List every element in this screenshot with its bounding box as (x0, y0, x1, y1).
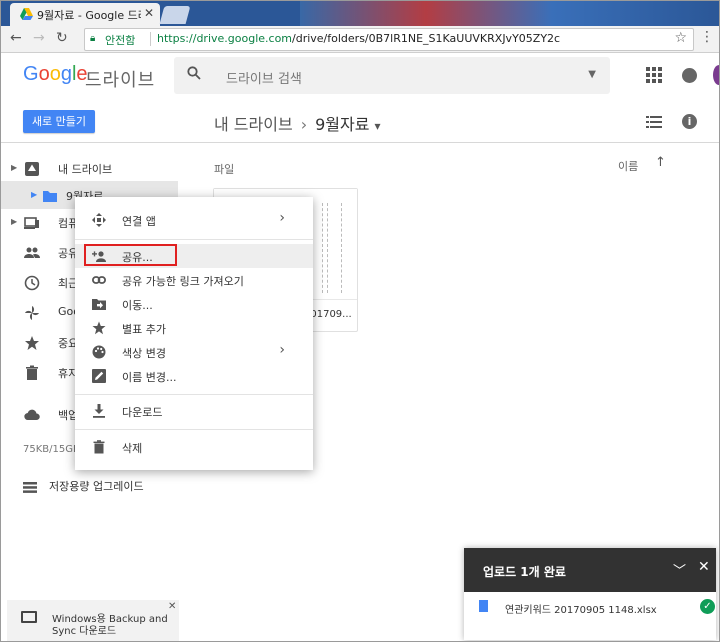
header-divider (0, 142, 720, 143)
search-icon[interactable] (187, 66, 201, 80)
bookmark-star-icon[interactable]: ☆ (674, 30, 687, 46)
menu-item-label: 삭제 (122, 442, 143, 455)
tab-title: 9월자료 - Google 드라이 (37, 9, 141, 22)
folder-icon (43, 191, 57, 202)
upload-panel-header: 업로드 1개 완료 ﹀ ✕ (464, 548, 716, 592)
sort-label[interactable]: 이름 (618, 158, 638, 174)
menu-item-label: 색상 변경 (122, 347, 166, 360)
avatar[interactable] (713, 65, 720, 85)
reload-icon[interactable]: ↻ (56, 30, 68, 46)
back-icon[interactable]: ← (10, 30, 22, 46)
upload-panel: 업로드 1개 완료 ﹀ ✕ 연관키워드 20170905 1148.xlsx ✓ (464, 548, 716, 640)
cloud-icon (24, 409, 40, 421)
expand-icon[interactable]: ▶ (11, 217, 17, 226)
promo-line-2: Sync 다운로드 (52, 626, 117, 637)
context-menu: 연결 앱 › 공유... 공유 가능한 링크 가져오기 이동... 별표 추가 … (75, 197, 313, 470)
open-with-icon (92, 213, 106, 227)
expand-icon[interactable]: ▶ (11, 163, 17, 172)
drive-favicon-icon (20, 8, 33, 20)
sidebar-item-my-drive[interactable]: ▶ 내 드라이브 (0, 154, 178, 182)
download-icon (93, 404, 105, 418)
move-icon (92, 299, 106, 310)
menu-item-download[interactable]: 다운로드 (75, 399, 313, 423)
link-icon (92, 276, 106, 284)
new-tab-button[interactable] (159, 6, 191, 24)
breadcrumb-dropdown-icon[interactable]: ▾ (375, 119, 381, 133)
people-icon (24, 247, 40, 258)
address-bar[interactable]: 🔒︎ 안전함 https://drive.google.com/drive/fo… (84, 28, 694, 51)
menu-item-change-color[interactable]: 색상 변경 › (75, 340, 313, 364)
forward-icon[interactable]: → (33, 30, 45, 46)
apps-grid-icon[interactable] (646, 67, 662, 83)
monitor-icon (21, 611, 37, 623)
browser-menu-icon[interactable]: ⋮ (700, 29, 714, 45)
tab-close-icon[interactable]: ✕ (144, 6, 154, 20)
close-icon[interactable]: ✕ (168, 601, 176, 612)
url-text: https://drive.google.com/drive/folders/0… (157, 32, 560, 45)
menu-item-rename[interactable]: 이름 변경... (75, 364, 313, 388)
upgrade-label: 저장용량 업그레이드 (49, 480, 144, 493)
url-host: drive.google.com (196, 32, 293, 45)
menu-item-label: 다운로드 (122, 406, 163, 419)
star-icon (25, 336, 39, 350)
drive-icon (25, 162, 39, 176)
menu-item-label: 공유 가능한 링크 가져오기 (122, 275, 244, 288)
trash-icon (93, 440, 105, 454)
search-bar[interactable]: 드라이브 검색 ▼ (174, 57, 610, 94)
upload-file-name: 연관키워드 20170905 1148.xlsx (505, 605, 657, 616)
menu-item-add-star[interactable]: 별표 추가 (75, 316, 313, 340)
close-icon[interactable]: ✕ (698, 559, 710, 575)
computer-icon (24, 217, 39, 229)
palette-icon (92, 345, 106, 359)
lock-icon: 🔒︎ (90, 33, 96, 44)
submenu-chevron-icon: › (279, 342, 285, 358)
notifications-icon[interactable] (682, 68, 697, 83)
menu-item-delete[interactable]: 삭제 (75, 435, 313, 459)
menu-item-move[interactable]: 이동... (75, 292, 313, 316)
upload-status-title: 업로드 1개 완료 (483, 565, 566, 579)
file-icon (479, 600, 488, 612)
new-button[interactable]: 새로 만들기 (23, 110, 95, 133)
breadcrumb-current[interactable]: 9월자료 (315, 115, 369, 134)
star-icon (92, 321, 106, 335)
menu-item-label: 연결 앱 (122, 215, 156, 228)
clock-icon (24, 275, 40, 291)
backup-promo[interactable]: Windows용 Backup and Sync 다운로드 ✕ (7, 600, 179, 642)
breadcrumb-chevron-icon: › (300, 115, 308, 134)
google-logo[interactable]: Google (23, 63, 88, 86)
search-options-icon[interactable]: ▼ (588, 69, 596, 80)
product-name: 드라이브 (85, 70, 156, 91)
address-toolbar: ← → ↻ 🔒︎ 안전함 https://drive.google.com/dr… (0, 26, 720, 53)
share-highlight-box (84, 244, 177, 266)
sort-direction-icon[interactable]: ↑ (655, 155, 666, 170)
menu-item-open-with[interactable]: 연결 앱 › (75, 208, 313, 232)
files-section-label: 파일 (214, 163, 235, 176)
browser-tab[interactable]: 9월자료 - Google 드라이 ✕ (10, 3, 160, 26)
check-icon: ✓ (700, 599, 715, 614)
menu-item-get-link[interactable]: 공유 가능한 링크 가져오기 (75, 268, 313, 292)
storage-icon (23, 481, 37, 493)
list-view-icon[interactable] (646, 116, 662, 128)
upgrade-storage-link[interactable]: 저장용량 업그레이드 (23, 478, 144, 494)
trash-icon (26, 365, 38, 380)
menu-item-label: 별표 추가 (122, 323, 166, 336)
menu-item-label: 이름 변경... (122, 371, 177, 384)
url-scheme: https:// (157, 32, 197, 45)
minimize-icon[interactable]: ﹀ (673, 560, 686, 579)
storage-quota: 75KB/15GB (23, 444, 80, 455)
secure-label: 안전함 (105, 34, 136, 47)
menu-item-label: 이동... (122, 299, 153, 312)
submenu-chevron-icon: › (279, 210, 285, 226)
info-icon[interactable]: i (682, 114, 697, 129)
sidebar-item-label: 내 드라이브 (58, 163, 113, 176)
url-path: /drive/folders/0B7lR1NE_S1KaUUVKRXJvY05Z… (292, 32, 561, 45)
photos-icon (25, 306, 39, 320)
breadcrumb: 내 드라이브 › 9월자료 ▾ (214, 111, 381, 135)
rename-icon (92, 369, 106, 383)
breadcrumb-root[interactable]: 내 드라이브 (214, 115, 293, 134)
search-placeholder: 드라이브 검색 (226, 72, 302, 87)
expand-icon[interactable]: ▶ (31, 190, 37, 199)
